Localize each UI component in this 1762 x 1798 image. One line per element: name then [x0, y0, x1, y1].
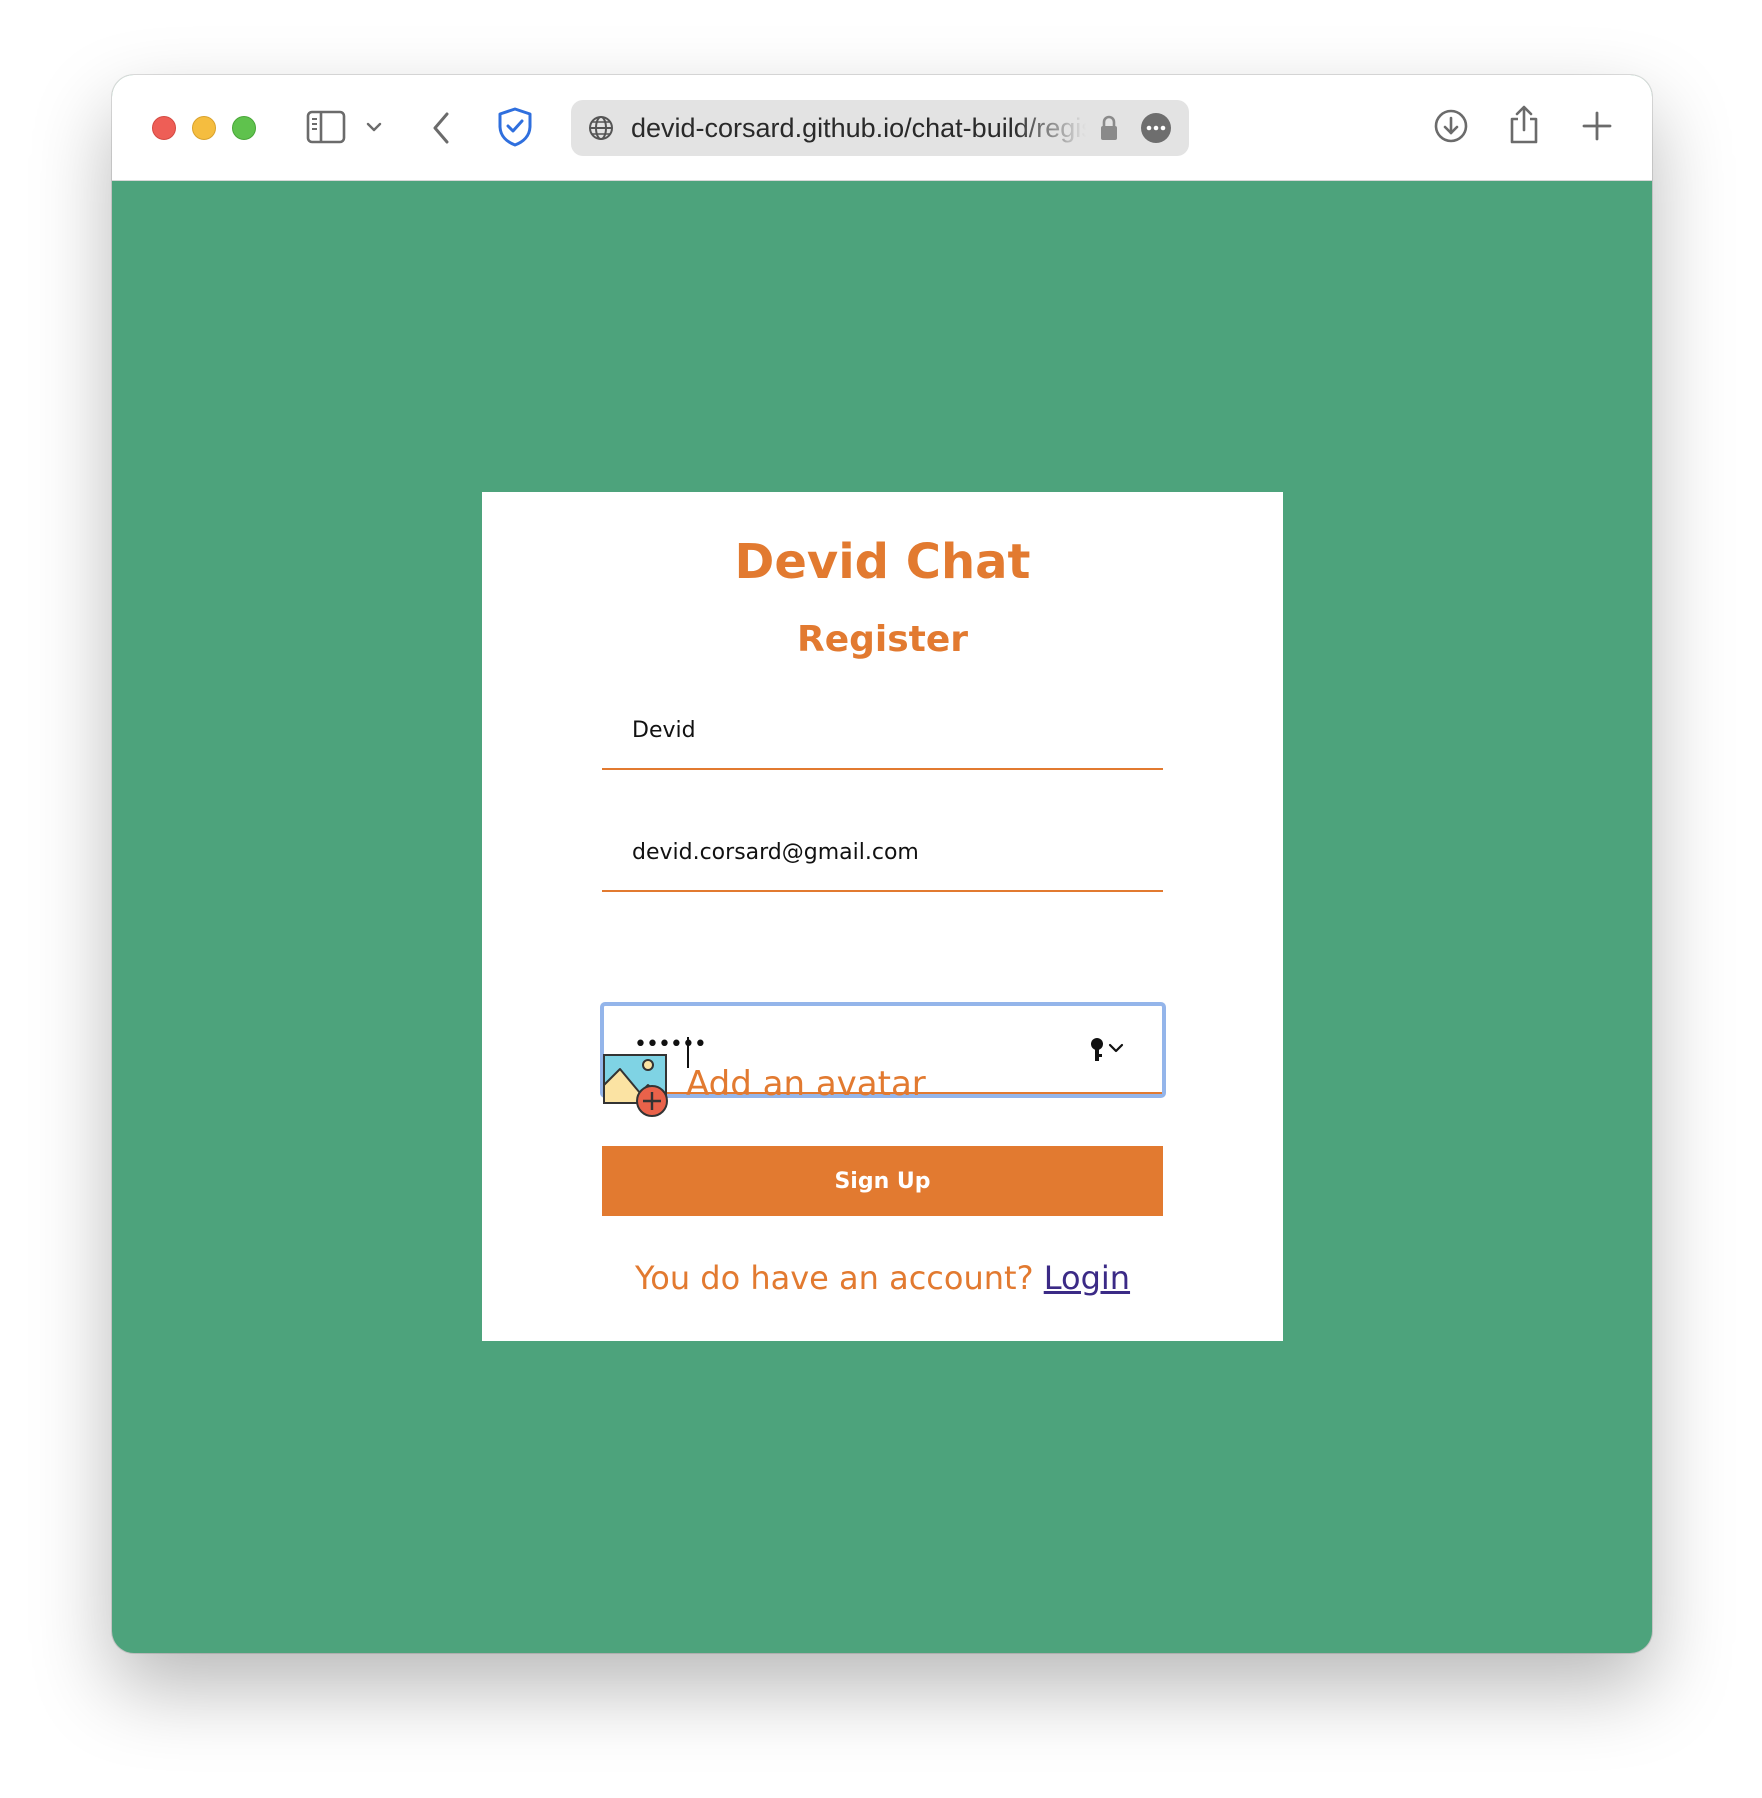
login-prompt-text: You do have an account?	[634, 1259, 1044, 1297]
name-field[interactable]: Devid	[602, 698, 1163, 770]
zoom-window-button[interactable]	[232, 116, 256, 140]
add-avatar-label: Add an avatar	[686, 1064, 926, 1104]
add-image-icon	[602, 1053, 670, 1119]
sign-up-button[interactable]: Sign Up	[602, 1146, 1163, 1216]
email-field-value: devid.corsard@gmail.com	[632, 840, 919, 865]
lock-icon	[1098, 113, 1120, 143]
address-bar[interactable]: devid-corsard.github.io/chat-build/regis…	[571, 100, 1189, 156]
browser-window: devid-corsard.github.io/chat-build/regis…	[112, 75, 1652, 1653]
form-title: Register	[796, 619, 969, 660]
new-tab-icon[interactable]	[1580, 109, 1614, 143]
url-text: devid-corsard.github.io/chat-build/regis…	[631, 113, 1086, 143]
privacy-shield-icon[interactable]	[495, 105, 535, 149]
share-icon[interactable]	[1506, 103, 1542, 147]
name-field-value: Devid	[632, 718, 696, 743]
login-prompt: You do have an account? Login	[482, 1259, 1283, 1297]
close-window-button[interactable]	[152, 116, 176, 140]
email-field[interactable]: devid.corsard@gmail.com	[602, 820, 1163, 892]
add-avatar-control[interactable]: Add an avatar	[602, 1053, 1163, 1123]
browser-toolbar: devid-corsard.github.io/chat-build/regis…	[112, 75, 1652, 181]
globe-icon	[587, 114, 615, 142]
chevron-down-icon[interactable]	[364, 117, 384, 137]
login-link[interactable]: Login	[1044, 1259, 1130, 1297]
sidebar-icon[interactable]	[306, 109, 346, 145]
download-icon[interactable]	[1432, 107, 1470, 145]
more-icon[interactable]	[1140, 112, 1172, 144]
register-card: Devid Chat Register Devid devid.corsard@…	[482, 492, 1283, 1341]
back-arrow-icon[interactable]	[428, 109, 454, 147]
minimize-window-button[interactable]	[192, 116, 216, 140]
app-title: Devid Chat	[734, 534, 1031, 590]
